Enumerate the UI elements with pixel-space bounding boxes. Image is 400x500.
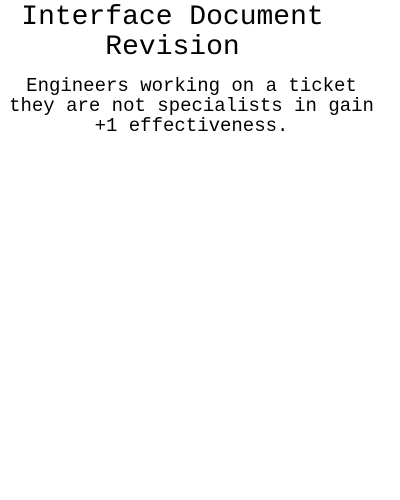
document-title: Interface Document Revision bbox=[21, 2, 324, 63]
document-page: Interface Document Revision Engineers wo… bbox=[0, 0, 400, 500]
document-body: Engineers working on a ticket they are n… bbox=[9, 75, 374, 137]
